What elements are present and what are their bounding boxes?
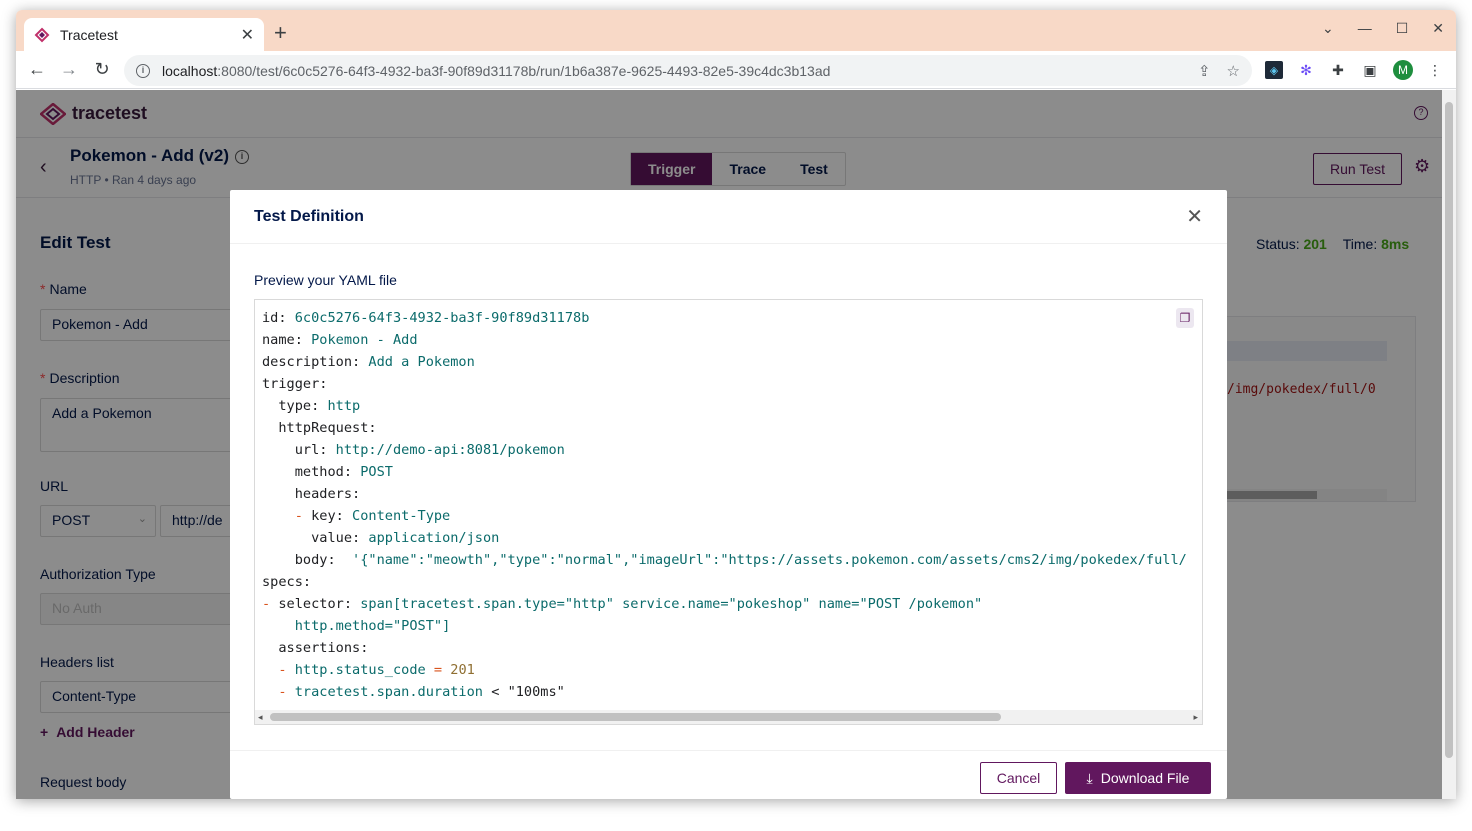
yaml-id: 6c0c5276-64f3-4932-ba3f-90f89d31178b — [294, 310, 590, 326]
yaml-assert1-field: http.status_code — [294, 662, 426, 678]
extension-devtools-icon[interactable]: ◈ — [1265, 61, 1283, 79]
yaml-header-value: application/json — [368, 530, 500, 546]
url-host: localhost — [162, 62, 218, 79]
tab-search-chevron-icon[interactable]: ⌄ — [1322, 20, 1334, 37]
yaml-assert2-value: "100ms" — [507, 684, 565, 700]
yaml-body: '{"name":"meowth","type":"normal","image… — [352, 552, 1187, 568]
browser-menu-icon[interactable]: ⋮ — [1426, 61, 1444, 79]
yaml-assert1-value: 201 — [450, 662, 475, 678]
yaml-assert2-field: tracetest.span.duration — [294, 684, 483, 700]
close-window-icon[interactable]: ✕ — [1432, 20, 1444, 37]
address-bar[interactable]: i localhost:8080/test/6c0c5276-64f3-4932… — [124, 55, 1252, 86]
page-vscroll-thumb[interactable] — [1445, 102, 1453, 758]
yaml-url: http://demo-api:8081/pokemon — [335, 442, 565, 458]
yaml-name: Pokemon - Add — [311, 332, 418, 348]
url-path: :8080/test/6c0c5276-64f3-4932-ba3f-90f89… — [217, 62, 831, 79]
yaml-description: Add a Pokemon — [368, 354, 475, 370]
window-controls: ⌄ — ☐ ✕ — [1322, 20, 1444, 37]
browser-toolbar: ← → ↻ i localhost:8080/test/6c0c5276-64f… — [16, 51, 1456, 89]
yaml-method: POST — [360, 464, 393, 480]
maximize-icon[interactable]: ☐ — [1396, 20, 1409, 37]
yaml-assert1-op: = — [433, 662, 443, 678]
back-icon[interactable]: ← — [26, 59, 48, 80]
share-icon[interactable]: ⇪ — [1198, 62, 1211, 80]
site-info-icon[interactable]: i — [136, 63, 150, 78]
modal-subtitle: Preview your YAML file — [254, 272, 397, 288]
yaml-selector-cont: http.method="POST"] — [294, 618, 451, 634]
modal-footer: Cancel ⤓ Download File — [230, 750, 1227, 799]
yaml-hscroll-thumb[interactable] — [270, 713, 1001, 721]
modal-title: Test Definition — [254, 207, 364, 225]
copy-icon[interactable]: ❐ — [1176, 308, 1194, 328]
extension-snowflake-icon[interactable]: ✻ — [1297, 61, 1315, 79]
modal-header: Test Definition ✕ — [230, 190, 1227, 244]
yaml-header-key: Content-Type — [352, 508, 451, 524]
profile-avatar[interactable]: M — [1393, 60, 1413, 80]
close-icon[interactable]: ✕ — [1186, 204, 1203, 229]
browser-window: Tracetest ✕ + ⌄ — ☐ ✕ ← → ↻ i localhost:… — [16, 10, 1456, 799]
tab-close-icon[interactable]: ✕ — [241, 25, 254, 45]
test-definition-modal: Test Definition ✕ Preview your YAML file… — [230, 190, 1227, 799]
bookmark-star-icon[interactable]: ☆ — [1227, 62, 1240, 80]
minimize-icon[interactable]: — — [1358, 20, 1372, 37]
yaml-code: id: 6c0c5276-64f3-4932-ba3f-90f89d31178b… — [262, 310, 1187, 700]
reload-icon[interactable]: ↻ — [91, 59, 113, 80]
yaml-preview[interactable]: id: 6c0c5276-64f3-4932-ba3f-90f89d31178b… — [254, 299, 1203, 725]
page-vscrollbar[interactable] — [1442, 90, 1456, 799]
tab-title: Tracetest — [60, 26, 118, 43]
tracetest-favicon-icon — [34, 27, 50, 42]
extensions-puzzle-icon[interactable]: ✚ — [1329, 61, 1347, 79]
forward-icon[interactable]: → — [58, 59, 80, 80]
yaml-type: http — [327, 398, 361, 414]
cancel-button[interactable]: Cancel — [980, 762, 1057, 794]
download-file-button[interactable]: ⤓ Download File — [1065, 762, 1211, 794]
yaml-hscrollbar[interactable]: ◂ ▸ — [255, 710, 1202, 724]
url-text[interactable]: localhost:8080/test/6c0c5276-64f3-4932-b… — [162, 63, 1182, 79]
scroll-left-icon[interactable]: ◂ — [258, 710, 263, 724]
scroll-right-icon[interactable]: ▸ — [1193, 710, 1198, 724]
download-icon: ⤓ — [1086, 770, 1093, 786]
tab-strip: Tracetest ✕ + ⌄ — ☐ ✕ — [16, 10, 1456, 51]
yaml-selector: span[tracetest.span.type="http" service.… — [360, 596, 983, 612]
new-tab-icon[interactable]: + — [274, 22, 287, 44]
download-label: Download File — [1100, 770, 1190, 786]
browser-tab[interactable]: Tracetest ✕ — [24, 18, 264, 51]
side-panel-icon[interactable]: ▣ — [1361, 61, 1379, 79]
